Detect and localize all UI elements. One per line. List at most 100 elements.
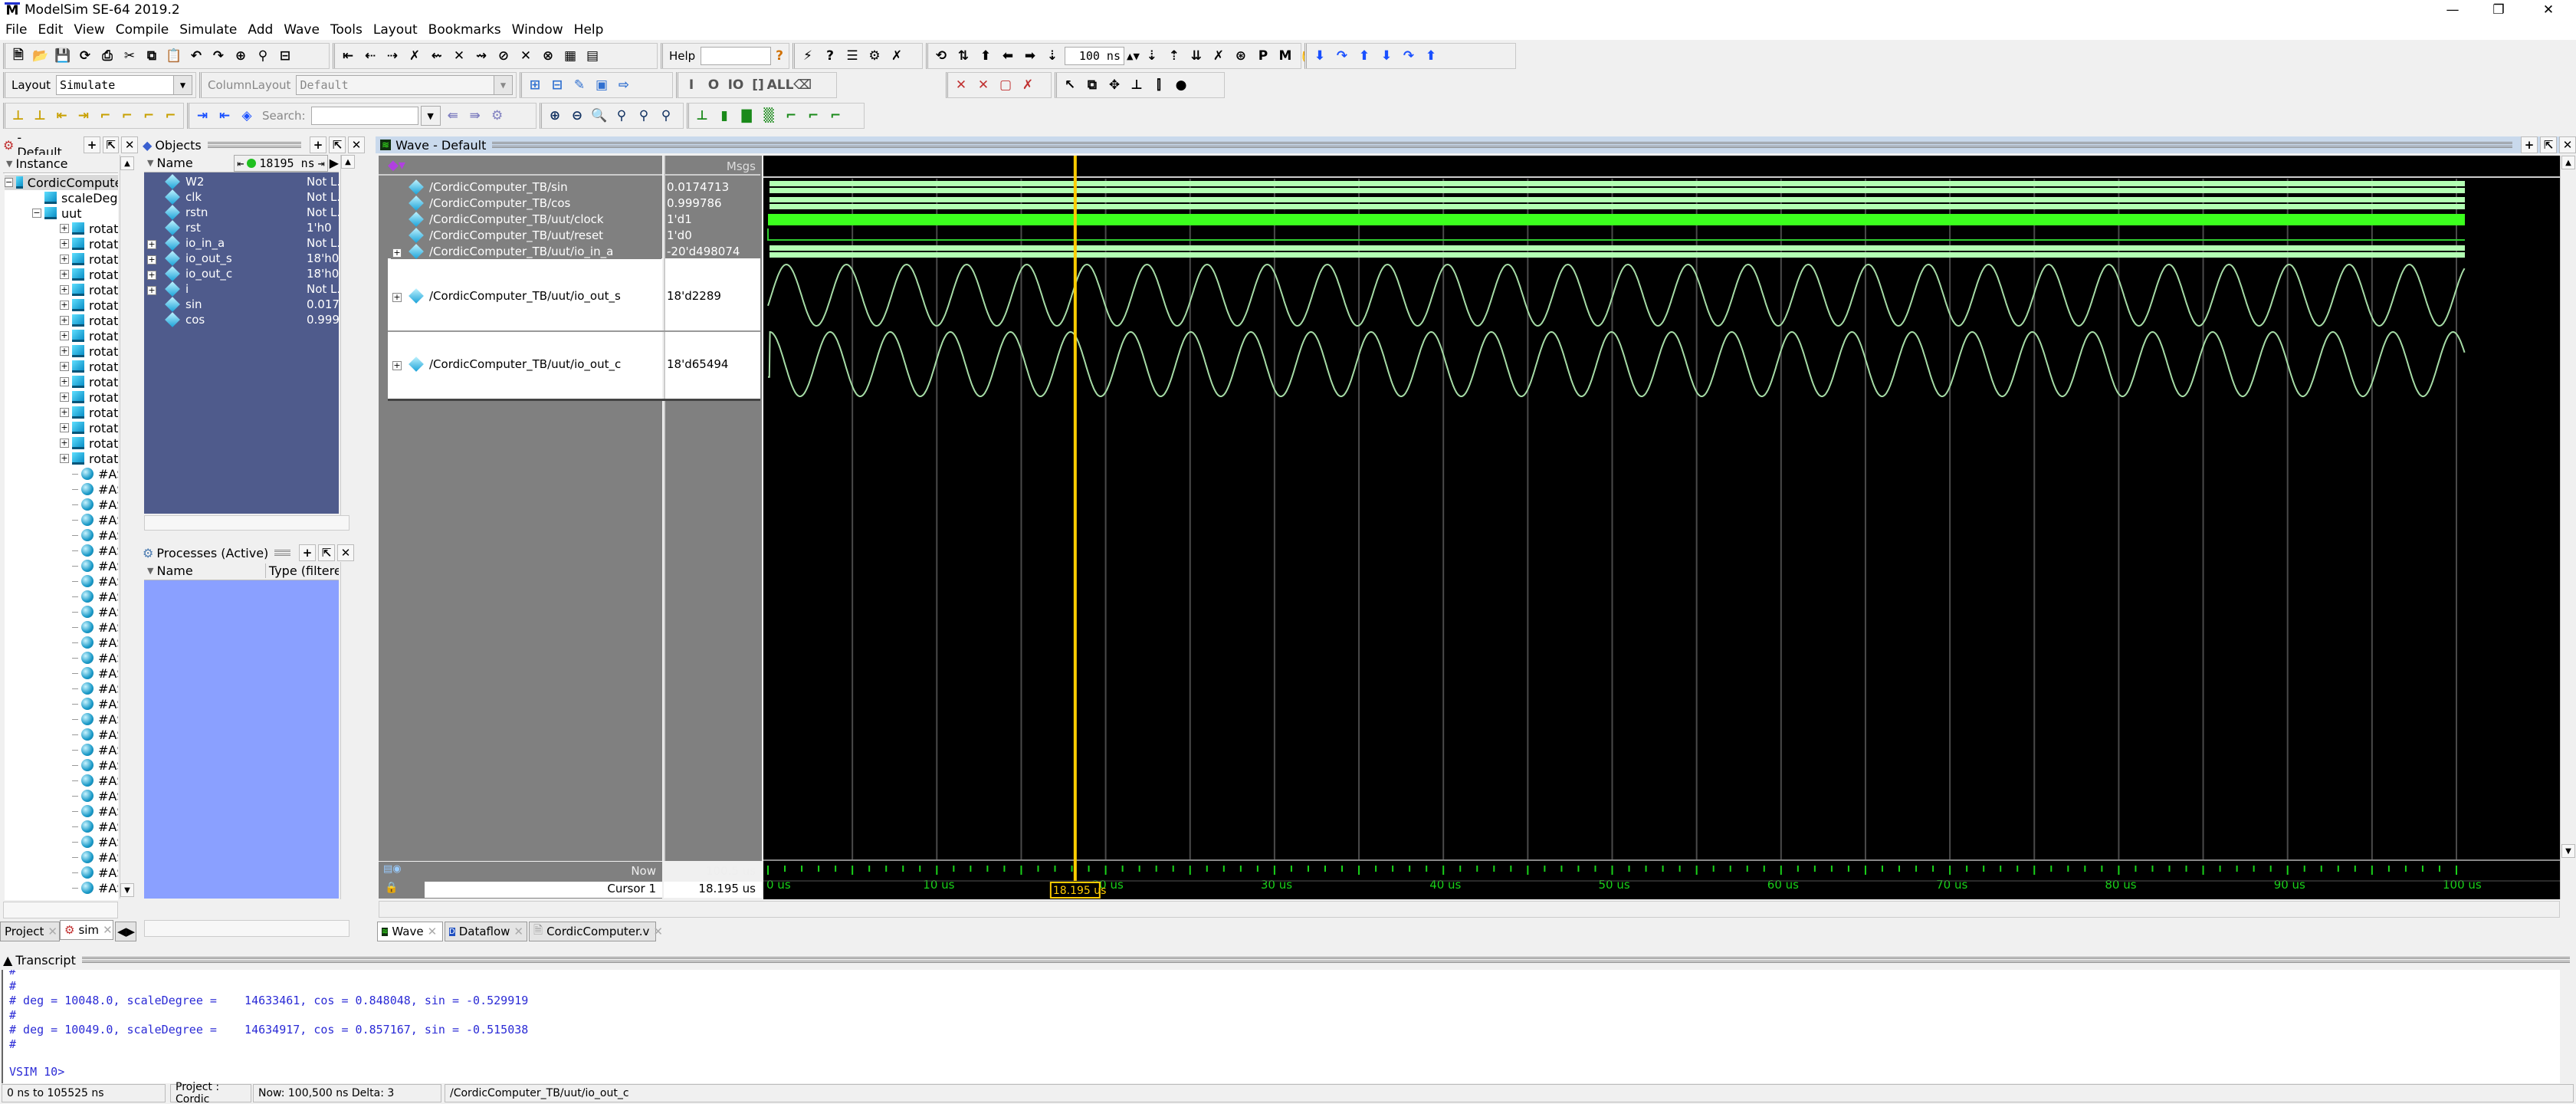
zoom-cursor-left-icon[interactable]: ⚲ <box>612 106 632 126</box>
tree-horizontal-scrollbar[interactable] <box>3 902 118 918</box>
expand-icon[interactable]: + <box>60 224 69 233</box>
menu-wave[interactable]: Wave <box>278 22 325 38</box>
tab-project[interactable]: Project ✕ <box>0 922 60 941</box>
search-input[interactable] <box>310 107 418 125</box>
menu-add[interactable]: Add <box>242 22 278 38</box>
tree-item[interactable]: #ASSIGN <box>72 619 118 635</box>
contract-time-icon[interactable]: ⇤ <box>215 106 235 126</box>
tree-item[interactable]: #ASSIGN <box>72 742 118 757</box>
expand-icon[interactable]: + <box>60 362 69 371</box>
tab-wave[interactable]: ≋ Wave ✕ <box>377 922 443 941</box>
tree-item[interactable]: + rotator_ <box>60 343 118 359</box>
search-dropdown-icon[interactable]: ▼ <box>420 106 441 126</box>
expand-icon[interactable]: + <box>60 316 69 325</box>
tree-item[interactable]: + rotator_ <box>60 420 118 435</box>
scroll-down-icon[interactable]: ▼ <box>2561 844 2575 858</box>
expand-icon[interactable]: + <box>60 377 69 386</box>
transcript-console[interactable]: # # # deg = 10048.0, scaleDegree = 1463346… <box>2 970 2560 1083</box>
zoom-full-icon[interactable]: 🔍 <box>589 106 609 126</box>
tree-item[interactable]: + rotator_ <box>60 359 118 374</box>
tree-item[interactable]: #ASSIGN <box>72 849 118 865</box>
split-icon[interactable]: ⫿ <box>1149 75 1169 95</box>
expand-delta-icon[interactable]: ◈ <box>237 106 257 126</box>
wave-signal-row[interactable]: /CordicComputer_TB/sin <box>391 179 661 195</box>
tree-item[interactable]: #ASSIGN <box>72 527 118 543</box>
tree-item[interactable]: #ASSIGN <box>72 635 118 650</box>
save-icon[interactable]: 💾 <box>53 46 73 66</box>
list-icon[interactable]: ☰ <box>842 46 862 66</box>
print-icon[interactable]: ⎙ <box>97 46 117 66</box>
step-back-icon[interactable]: ⬇ <box>1377 46 1396 66</box>
tree-item[interactable]: + rotator_ <box>60 221 118 236</box>
tree-item[interactable]: #ASSIGN <box>72 803 118 819</box>
pan-mode-icon[interactable]: ✥ <box>1104 75 1124 95</box>
tree-item[interactable]: #ASSIGN <box>72 681 118 696</box>
tree-item[interactable]: + rotator_ <box>60 374 118 389</box>
step-over-icon[interactable]: ↷ <box>1332 46 1352 66</box>
tree-item[interactable]: #ASSIGN <box>72 466 118 481</box>
env-up-icon[interactable]: ⇅ <box>953 46 973 66</box>
step-out-back-icon[interactable]: ⬆ <box>1421 46 1441 66</box>
undock-icon[interactable]: ⇱ <box>329 136 346 153</box>
next-time-icon[interactable]: ⇥ <box>318 156 325 170</box>
tree-item[interactable]: #ASSIGN <box>72 481 118 497</box>
object-row[interactable]: +io_out_c18'h0...Ne <box>144 266 339 281</box>
menu-edit[interactable]: Edit <box>32 22 68 38</box>
scroll-up-icon[interactable]: ▲ <box>120 156 134 170</box>
prev-edge-icon[interactable]: ⇠ <box>360 46 380 66</box>
restart-icon[interactable]: ⟲ <box>931 46 951 66</box>
expand-icon[interactable]: + <box>60 270 69 279</box>
column-menu-icon[interactable]: ▼ <box>6 159 12 169</box>
object-row[interactable]: rst1'h0Ne <box>144 220 339 235</box>
tree-item[interactable]: #ASSIGN <box>72 573 118 589</box>
run-icon[interactable]: ⇣ <box>1142 46 1162 66</box>
menu-simulate[interactable]: Simulate <box>174 22 242 38</box>
reload-icon[interactable]: ⟳ <box>75 46 95 66</box>
zoom-last-icon[interactable]: ⚲ <box>656 106 676 126</box>
memory-profile-icon[interactable]: M <box>1275 46 1295 66</box>
close-tab-icon[interactable]: ✕ <box>653 925 663 938</box>
object-row[interactable]: clkNot L...Re <box>144 189 339 205</box>
waveform-canvas[interactable]: 0 us 10 us 20 us 30 us 40 us 50 us 60 us 70 us 8… <box>763 156 2560 899</box>
close-tab-icon[interactable]: ✕ <box>514 925 523 938</box>
tree-item[interactable]: + rotator_ <box>60 267 118 282</box>
tree-item[interactable]: #ASSIGN <box>72 834 118 849</box>
object-row[interactable]: sin0.017...Re <box>144 297 339 312</box>
new-file-icon[interactable]: 🗎 <box>8 46 28 66</box>
sim-config-icon[interactable]: ⚙ <box>865 46 884 66</box>
find-icon[interactable]: ⚲ <box>253 46 273 66</box>
add-panel-icon[interactable]: + <box>84 136 100 153</box>
expand-icon[interactable]: + <box>391 357 408 371</box>
transcript-prompt[interactable]: VSIM 10> <box>9 1065 64 1079</box>
close-panel-icon[interactable]: ✕ <box>337 544 354 561</box>
undock-icon[interactable]: ⇱ <box>102 136 120 153</box>
expand-icon[interactable]: + <box>60 454 69 463</box>
next-match-icon[interactable]: ⇛ <box>465 106 485 126</box>
object-row[interactable]: cos0.999...Re <box>144 312 339 327</box>
tree-item[interactable]: + rotator_ <box>60 405 118 420</box>
edit-icon[interactable]: ✎ <box>569 75 589 95</box>
expand-icon[interactable]: + <box>60 239 69 248</box>
wave-signal-row[interactable]: + /CordicComputer_TB/uut/io_out_s <box>391 288 661 304</box>
cursor-lock-icon[interactable]: ▢ <box>996 75 1016 95</box>
clear-icon[interactable]: ✗ <box>887 46 907 66</box>
tree-item[interactable]: #ASSIGN <box>72 819 118 834</box>
tree-item[interactable]: #ASSIGN <box>72 696 118 711</box>
tree-item[interactable]: + rotator <box>60 236 118 251</box>
restore-button[interactable]: ❐ <box>2476 0 2522 20</box>
tree-item[interactable]: #ASSIGN <box>72 757 118 773</box>
edit-mode-icon[interactable]: ⊥ <box>1127 75 1147 95</box>
close-tab-icon[interactable]: ✕ <box>103 923 113 937</box>
tree-item[interactable]: #ASSIGN <box>72 773 118 788</box>
cut-icon[interactable]: ✂ <box>120 46 139 66</box>
add-panel-icon[interactable]: + <box>310 136 327 153</box>
processes-horizontal-scrollbar[interactable] <box>144 920 349 937</box>
objects-vertical-scrollbar[interactable]: ▲ <box>340 155 355 515</box>
column-menu-icon[interactable]: ▼ <box>147 566 153 576</box>
panel-grip[interactable] <box>207 142 301 148</box>
processes-type-column[interactable]: Type (filtered <box>266 564 339 578</box>
collapse-icon[interactable]: ⊟ <box>275 46 295 66</box>
scroll-down-icon[interactable]: ▼ <box>120 883 134 897</box>
step-format-icon[interactable]: ⌐ <box>803 106 823 126</box>
step-icon[interactable]: ⬇ <box>1310 46 1330 66</box>
